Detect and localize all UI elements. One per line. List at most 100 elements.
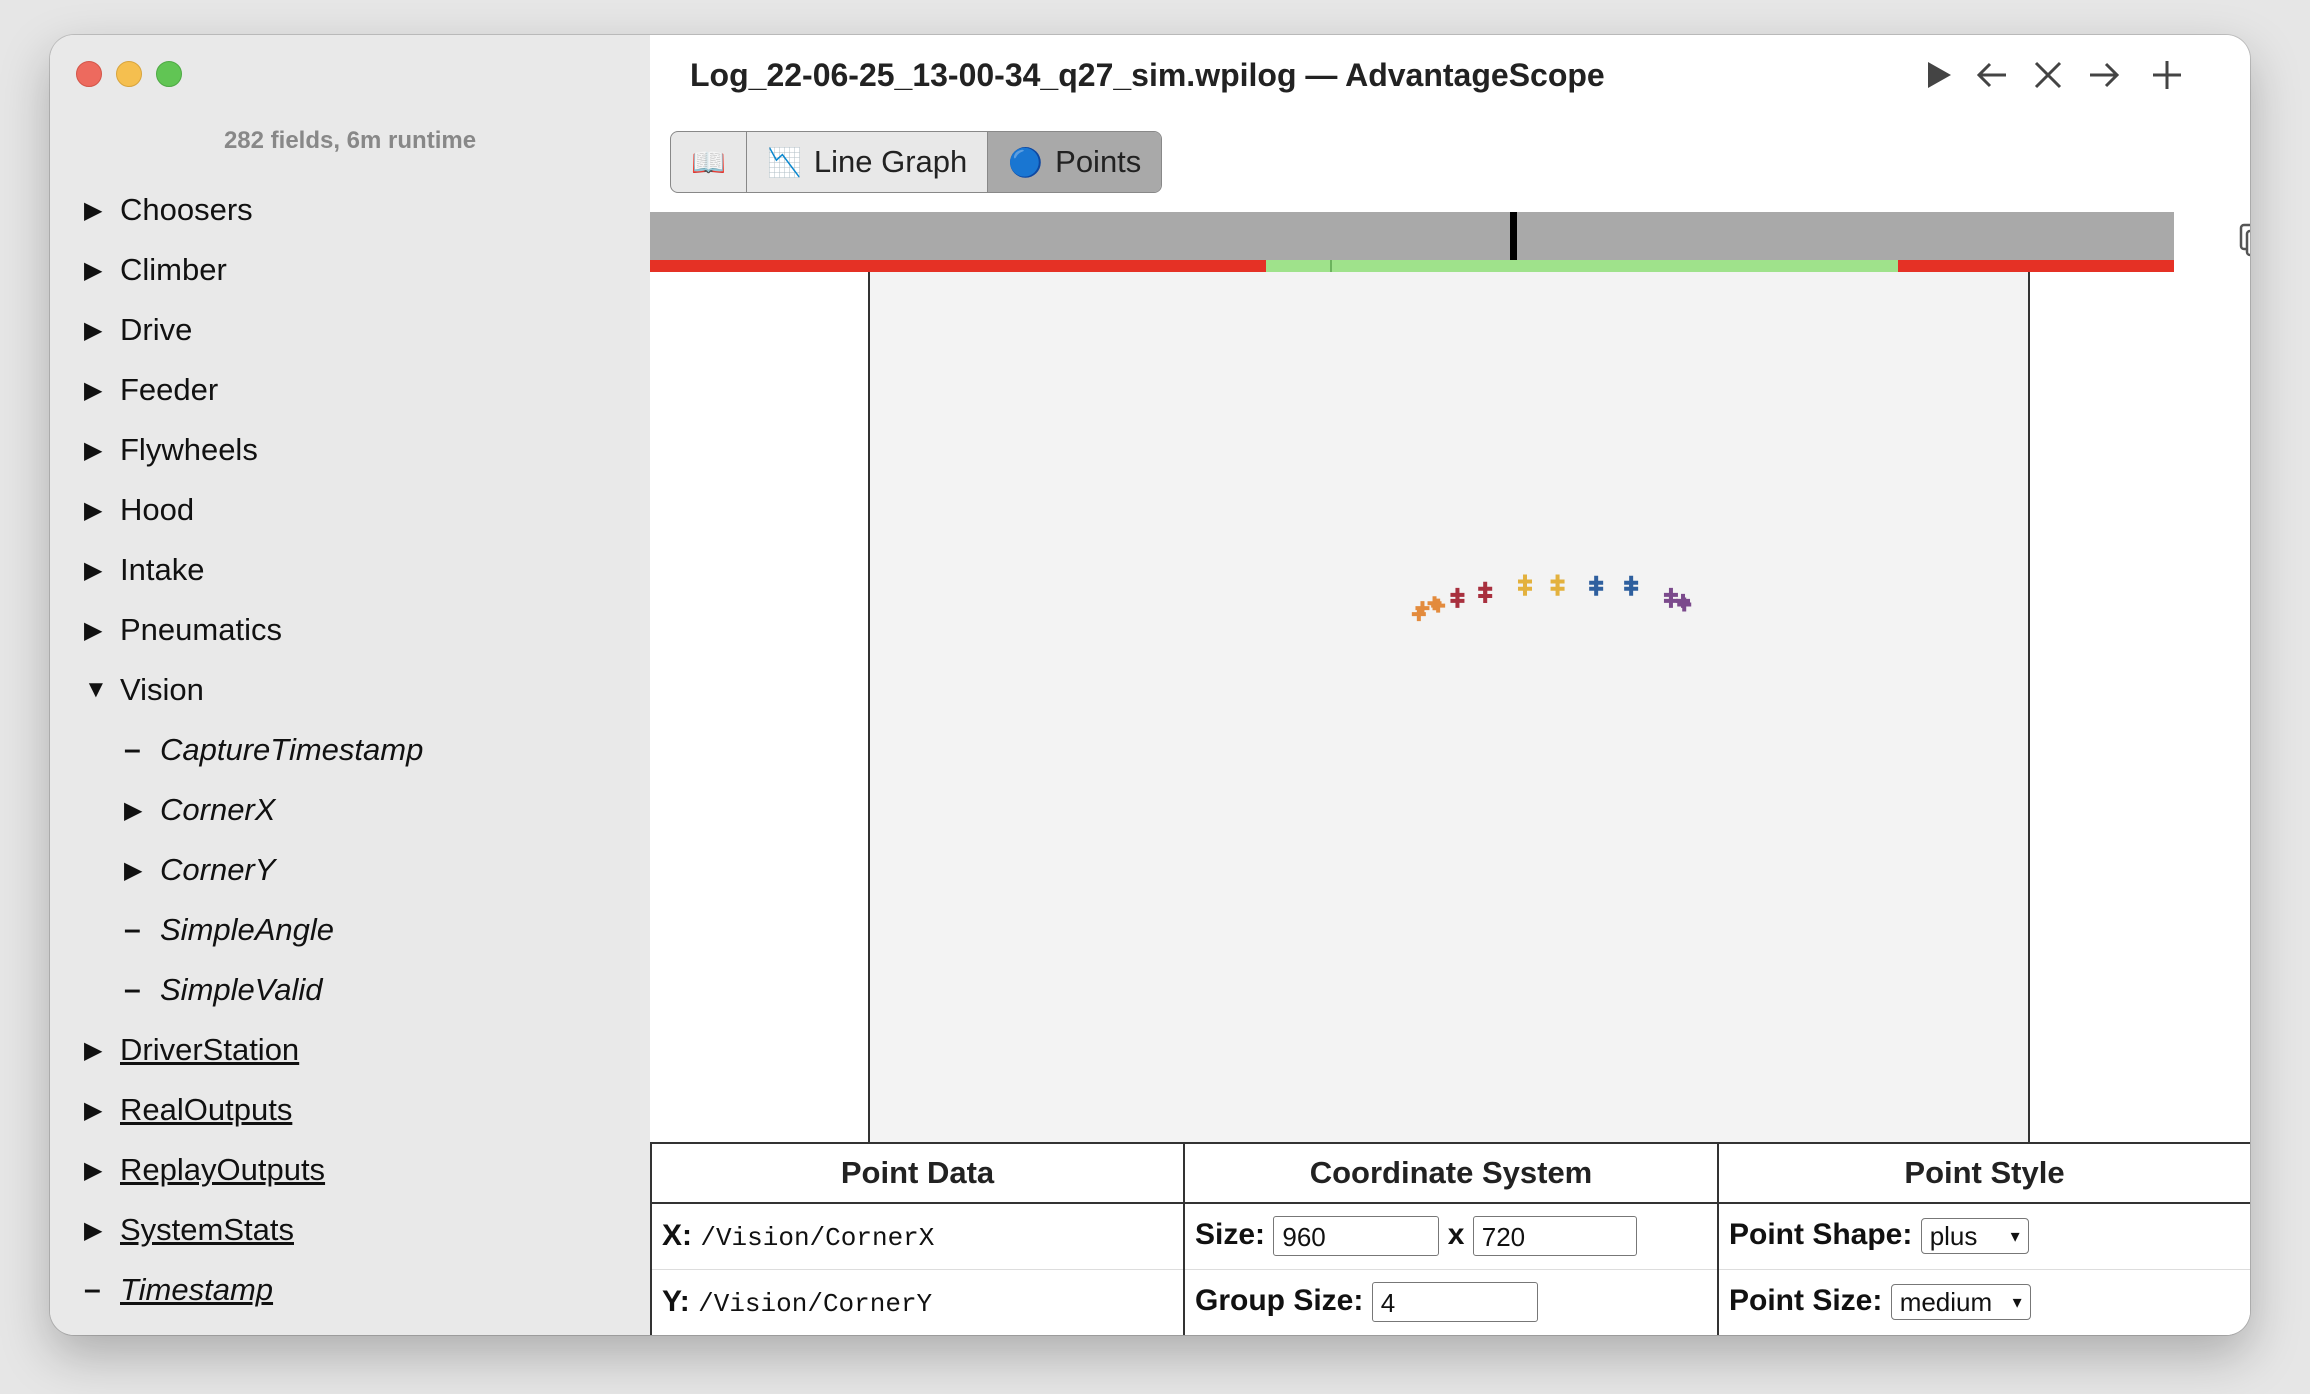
back-button[interactable] xyxy=(1970,53,2014,97)
tree-item-flywheels[interactable]: ▶ Flywheels xyxy=(50,420,650,480)
group-size-label: Group Size: xyxy=(1195,1284,1364,1318)
tree-item-timestamp[interactable]: – Timestamp xyxy=(50,1260,650,1320)
group-size-cell: Group Size: 4 xyxy=(1183,1269,1719,1335)
add-tab-button[interactable] xyxy=(2145,53,2189,97)
expand-arrow-icon[interactable]: ▶ xyxy=(84,256,120,285)
tree-item-simpleangle[interactable]: – SimpleAngle xyxy=(50,900,650,960)
enabled-range-bar xyxy=(650,260,2174,272)
point-size-cell: Point Size: medium ▾ xyxy=(1717,1269,2250,1335)
size-width-input[interactable]: 960 xyxy=(1273,1216,1440,1257)
expand-arrow-icon[interactable]: ▶ xyxy=(84,556,120,585)
tab-label: Points xyxy=(1055,144,1142,179)
size-separator: x xyxy=(1447,1218,1465,1252)
field-summary: 282 fields, 6m runtime xyxy=(223,127,477,154)
expand-arrow-icon[interactable]: ▶ xyxy=(84,1216,120,1245)
arrow-left-icon xyxy=(1976,62,2006,88)
point-shape-select[interactable]: plus ▾ xyxy=(1920,1218,2029,1255)
expand-arrow-icon[interactable]: ▶ xyxy=(84,1096,120,1125)
tree-item-label: Timestamp xyxy=(120,1272,274,1307)
window-close-button[interactable] xyxy=(76,61,102,87)
points-config-table: Point Data Coordinate System Point Style… xyxy=(650,1142,2250,1335)
x-field-value[interactable]: /Vision/CornerX xyxy=(700,1223,934,1253)
point-style-header: Point Style xyxy=(1717,1142,2250,1204)
timeline-scrubber[interactable] xyxy=(650,212,2174,260)
tree-item-label: CaptureTimestamp xyxy=(160,732,424,767)
tree-item-label: Drive xyxy=(120,312,193,347)
point-shape-cell: Point Shape: plus ▾ xyxy=(1717,1202,2250,1270)
play-icon xyxy=(1928,62,1951,88)
y-field-value[interactable]: /Vision/CornerY xyxy=(698,1289,932,1319)
leaf-dash-icon: – xyxy=(84,1273,101,1306)
tree-item-label: Intake xyxy=(120,552,205,587)
tree-item-label: ReplayOutputs xyxy=(120,1152,326,1187)
points-plot xyxy=(1411,574,1692,622)
tree-item-label: CornerY xyxy=(160,852,276,887)
popout-button[interactable] xyxy=(2239,223,2250,257)
x-field-cell[interactable]: X: /Vision/CornerX xyxy=(650,1202,1185,1270)
window-title: Log_22-06-25_13-00-34_q27_sim.wpilog — A… xyxy=(690,57,1605,93)
tree-item-label: CornerX xyxy=(160,792,276,827)
tree-item-capturetimestamp[interactable]: – CaptureTimestamp xyxy=(50,720,650,780)
enabled-range-segment xyxy=(1266,260,1898,272)
tree-item-pneumatics[interactable]: ▶ Pneumatics xyxy=(50,600,650,660)
tree-item-vision[interactable]: ▼ Vision xyxy=(50,660,650,720)
expand-arrow-icon[interactable]: ▶ xyxy=(84,496,120,525)
coordinate-system-header: Coordinate System xyxy=(1183,1142,1719,1204)
y-field-cell[interactable]: Y: /Vision/CornerY xyxy=(650,1269,1185,1335)
tree-item-feeder[interactable]: ▶ Feeder xyxy=(50,360,650,420)
expand-arrow-icon[interactable]: ▶ xyxy=(84,436,120,465)
expand-arrow-icon[interactable]: ▶ xyxy=(84,376,120,405)
expand-arrow-icon[interactable]: ▶ xyxy=(84,196,120,225)
tree-item-label: Climber xyxy=(120,252,227,287)
tree-item-intake[interactable]: ▶ Intake xyxy=(50,540,650,600)
x-label: X: xyxy=(662,1219,692,1253)
arrow-right-icon xyxy=(2090,62,2120,88)
tab-line-graph[interactable]: 📉 Line Graph xyxy=(747,132,989,192)
play-button[interactable] xyxy=(1916,53,1960,97)
expand-arrow-icon[interactable]: ▶ xyxy=(84,1036,120,1065)
expand-arrow-icon[interactable]: ▶ xyxy=(84,1156,120,1185)
collapse-arrow-icon[interactable]: ▼ xyxy=(84,676,120,704)
tree-item-cornerx[interactable]: ▶ CornerX xyxy=(50,780,650,840)
tree-item-climber[interactable]: ▶ Climber xyxy=(50,240,650,300)
leaf-dash-icon: – xyxy=(124,733,141,766)
new-window-icon xyxy=(2239,223,2250,257)
tree-item-cornery[interactable]: ▶ CornerY xyxy=(50,840,650,900)
expand-arrow-icon[interactable]: ▶ xyxy=(124,856,160,885)
tree-item-label: SimpleValid xyxy=(160,972,323,1007)
window-maximize-button[interactable] xyxy=(156,61,182,87)
point-size-select[interactable]: medium ▾ xyxy=(1890,1284,2031,1321)
forward-button[interactable] xyxy=(2082,53,2126,97)
window-minimize-button[interactable] xyxy=(116,61,142,87)
group-size-input[interactable]: 4 xyxy=(1371,1282,1538,1323)
expand-arrow-icon[interactable]: ▶ xyxy=(84,316,120,345)
leaf-dash-icon: – xyxy=(124,973,141,1006)
timeline-cursor[interactable] xyxy=(1510,212,1517,260)
tree-item-realoutputs[interactable]: ▶ RealOutputs xyxy=(50,1080,650,1140)
tree-item-label: Choosers xyxy=(120,192,253,227)
points-viewer xyxy=(650,272,2250,1142)
expand-arrow-icon[interactable]: ▶ xyxy=(124,796,160,825)
size-height-input[interactable]: 720 xyxy=(1472,1216,1637,1257)
tree-item-hood[interactable]: ▶ Hood xyxy=(50,480,650,540)
range-tick xyxy=(1330,260,1332,272)
size-label: Size: xyxy=(1195,1218,1266,1252)
tree-item-simplevalid[interactable]: – SimpleValid xyxy=(50,960,650,1020)
tree-item-driverstation[interactable]: ▶ DriverStation xyxy=(50,1020,650,1080)
point-size-value: medium xyxy=(1899,1286,1993,1317)
tab-points[interactable]: 🔵 Points xyxy=(988,132,1162,192)
size-cell: Size: 960 x 720 xyxy=(1183,1202,1719,1270)
line-graph-icon: 📉 xyxy=(767,146,802,178)
tree-item-label: RealOutputs xyxy=(120,1092,293,1127)
chevron-down-icon: ▾ xyxy=(2010,1225,2020,1246)
points-canvas xyxy=(868,272,2030,1142)
close-tab-button[interactable] xyxy=(2026,53,2070,97)
tab-documentation[interactable]: 📖 xyxy=(671,132,747,192)
tab-label: Line Graph xyxy=(813,144,968,179)
tree-item-drive[interactable]: ▶ Drive xyxy=(50,300,650,360)
expand-arrow-icon[interactable]: ▶ xyxy=(84,616,120,645)
tree-item-systemstats[interactable]: ▶ SystemStats xyxy=(50,1200,650,1260)
tree-item-label: Feeder xyxy=(120,372,219,407)
tree-item-choosers[interactable]: ▶ Choosers xyxy=(50,180,650,240)
tree-item-replayoutputs[interactable]: ▶ ReplayOutputs xyxy=(50,1140,650,1200)
